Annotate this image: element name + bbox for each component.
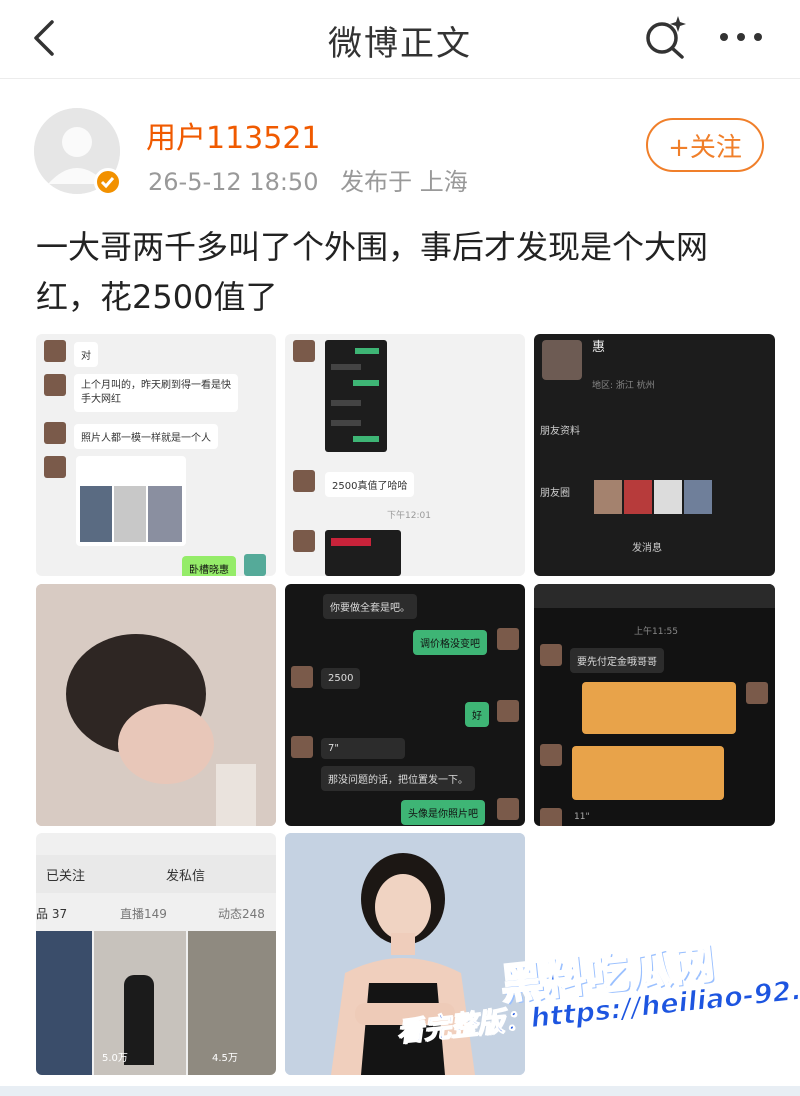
avatar[interactable] xyxy=(34,108,122,196)
post-text: 一大哥两千多叫了个外围，事后才发现是个大网红，花2500值了 xyxy=(36,228,709,316)
search-sparkle-icon[interactable] xyxy=(642,14,688,60)
image-tile-5[interactable]: 你要做全套是吧。 调价格没变吧 2500 好 7" 那没问题的话，把位置发一下。… xyxy=(285,584,525,826)
follow-button[interactable]: +关注 xyxy=(646,118,764,172)
image-tile-3[interactable]: 惠 地区: 浙江 杭州 朋友资料 朋友圈 发消息 xyxy=(534,334,775,576)
image-tile-6[interactable]: 上午11:55 要先付定金哦哥哥 11" xyxy=(534,584,775,826)
chat-message: 要先付定金哦哥哥 xyxy=(570,648,664,673)
chat-message: 头像是你照片吧 xyxy=(401,800,485,825)
profile-photo xyxy=(542,340,582,380)
voice-message: 11" xyxy=(574,812,590,822)
bottom-bar xyxy=(0,1086,800,1096)
shared-profile-card xyxy=(76,456,186,546)
chat-message: 调价格没变吧 xyxy=(413,630,487,655)
chat-message: 卧槽晓惠 xyxy=(182,556,236,576)
voice-message: 7" xyxy=(321,738,405,759)
more-dots-icon[interactable] xyxy=(716,22,766,52)
chat-message: 好 xyxy=(465,702,489,727)
image-tile-7[interactable]: 已关注 发私信 品 37 直播149 动态248 5.0万 4.5万 xyxy=(36,833,276,1075)
chat-message: 你要做全套是吧。 xyxy=(323,594,417,619)
image-tile-2[interactable]: 2500真值了哈哈 下午12:01 xyxy=(285,334,525,576)
friend-info-label: 朋友资料 xyxy=(540,426,580,437)
chat-message: 2500 xyxy=(321,668,361,689)
post-time: 26-5-12 18:50 xyxy=(148,168,319,196)
chat-message: 照片人都一模一样就是一个人 xyxy=(74,424,218,449)
likes-count: 5.0万 xyxy=(102,1053,128,1064)
works-tab: 品 37 xyxy=(36,907,68,921)
chat-timestamp: 下午12:01 xyxy=(387,511,431,521)
post-meta: 26-5-12 18:50 发布于 上海 xyxy=(148,162,482,197)
send-message-button: 发消息 xyxy=(632,543,662,554)
chat-message: 2500真值了哈哈 xyxy=(325,472,415,497)
dm-button: 发私信 xyxy=(166,869,206,884)
map-strip xyxy=(534,584,775,608)
username[interactable]: 用户113521 xyxy=(146,113,321,157)
contact-region: 地区: 浙江 杭州 xyxy=(592,381,655,391)
transfer-card xyxy=(582,682,736,734)
post-location: 发布于 上海 xyxy=(340,168,468,196)
image-tile-4[interactable] xyxy=(36,584,276,826)
chat-message: 那没问题的话，把位置发一下。 xyxy=(321,766,475,791)
chat-message: 对 xyxy=(74,342,98,367)
chat-timestamp: 上午11:55 xyxy=(634,627,678,637)
transfer-card xyxy=(572,746,724,800)
contact-name: 惠 xyxy=(592,340,606,355)
followed-button: 已关注 xyxy=(46,869,86,884)
photo-blurry-portrait xyxy=(36,584,276,826)
dynamic-tab: 动态248 xyxy=(218,907,265,921)
image-tile-1[interactable]: 对 上个月叫的，昨天刷到得一看是快手大网红 照片人都一模一样就是一个人 卧槽晓惠 xyxy=(36,334,276,576)
verified-badge-icon xyxy=(94,168,122,196)
chat-message: 上个月叫的，昨天刷到得一看是快手大网红 xyxy=(74,374,238,412)
screenshot-thumbnail xyxy=(325,530,401,576)
moments-label: 朋友圈 xyxy=(540,488,570,499)
live-tab: 直播149 xyxy=(120,907,167,921)
likes-count: 4.5万 xyxy=(212,1053,238,1064)
top-nav: 微博正文 xyxy=(0,0,800,79)
screenshot-thumbnail xyxy=(325,340,387,452)
